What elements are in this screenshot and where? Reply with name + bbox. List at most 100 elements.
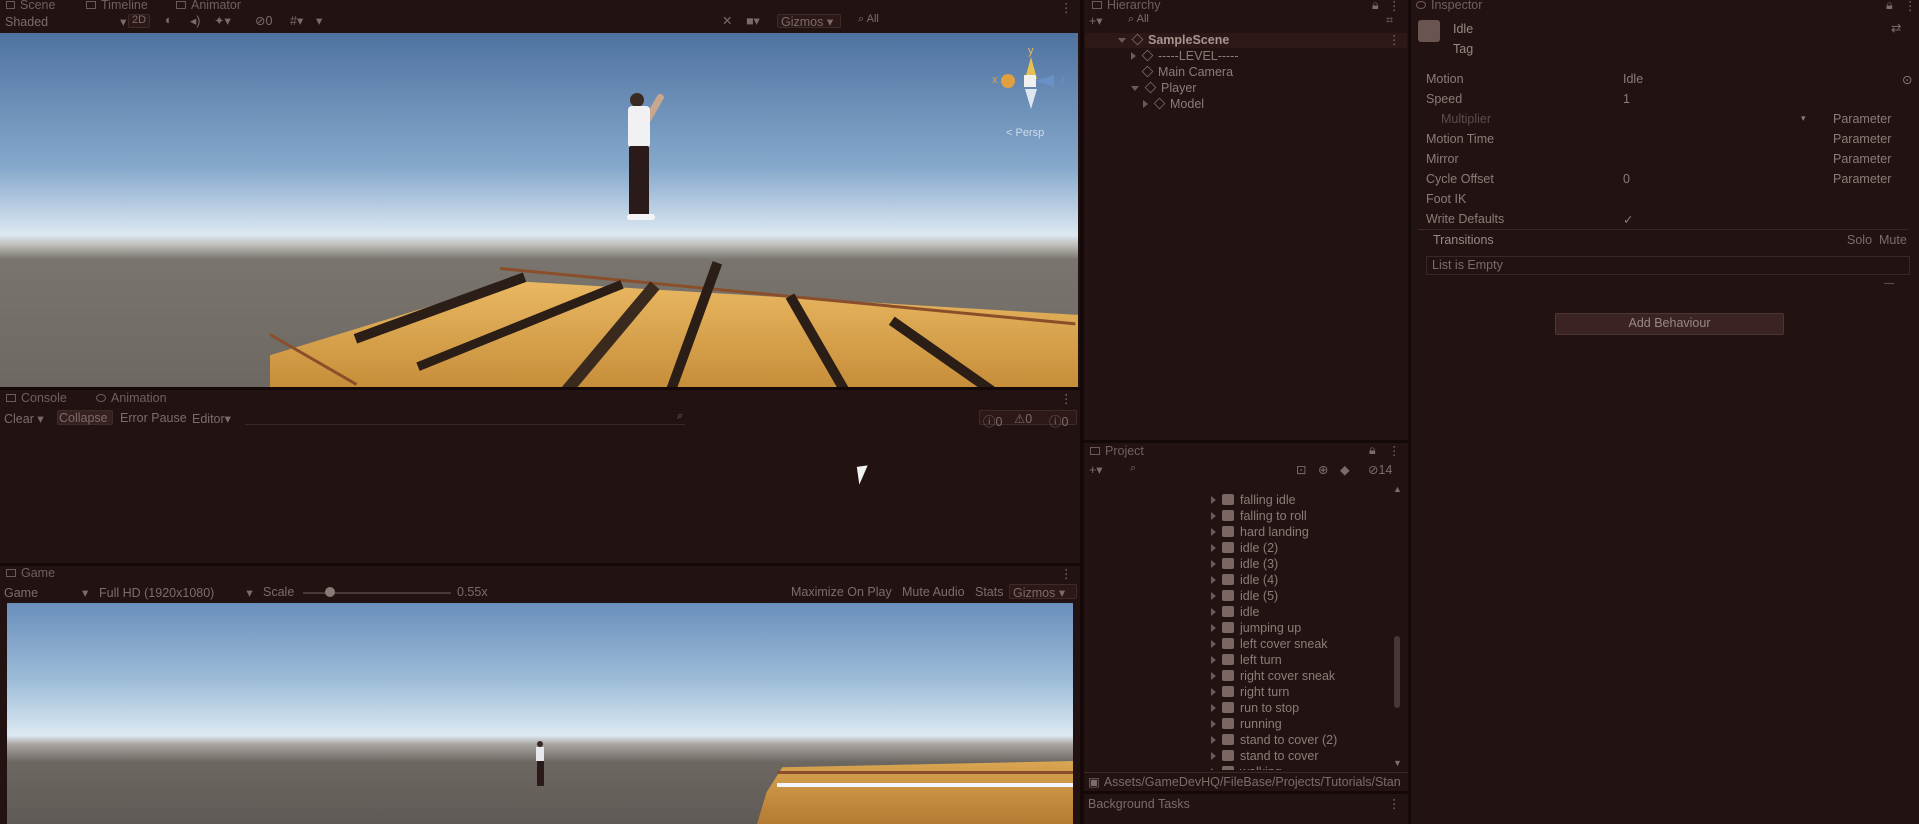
resolution-dropdown[interactable]: Full HD (1920x1080) ▾ xyxy=(99,585,253,600)
expand-icon[interactable] xyxy=(1211,560,1216,568)
expand-icon[interactable] xyxy=(1143,100,1148,108)
parameter-toggle[interactable]: Parameter xyxy=(1833,112,1891,126)
hierarchy-menu-icon[interactable]: ⋮ xyxy=(1388,0,1401,13)
stats-toggle[interactable]: Stats xyxy=(975,585,1004,599)
tab-scene[interactable]: Scene xyxy=(6,0,55,14)
gizmo-center[interactable] xyxy=(1024,75,1036,87)
console-menu-icon[interactable]: ⋮ xyxy=(1060,391,1073,406)
add-behaviour-button[interactable]: Add Behaviour xyxy=(1555,316,1784,330)
chevron-down-icon[interactable]: ▾ xyxy=(316,13,322,28)
project-asset-item[interactable]: idle (4) xyxy=(1211,573,1278,587)
clear-button[interactable]: Clear ▾ xyxy=(4,411,44,426)
expand-icon[interactable] xyxy=(1211,656,1216,664)
favorite-icon[interactable]: ◆ xyxy=(1340,462,1350,477)
field-value[interactable]: Idle xyxy=(1623,72,1643,86)
mute-audio-toggle[interactable]: Mute Audio xyxy=(902,585,965,599)
expand-icon[interactable] xyxy=(1211,624,1216,632)
parameter-toggle[interactable]: Parameter xyxy=(1833,172,1891,186)
scale-slider-handle[interactable] xyxy=(325,587,335,597)
expand-icon[interactable] xyxy=(1131,52,1136,60)
field-value[interactable]: 0 xyxy=(1623,172,1630,186)
expand-icon[interactable] xyxy=(1211,528,1216,536)
project-search-input[interactable]: ⌕ xyxy=(1130,462,1136,475)
lock-icon[interactable]: 🔒︎ xyxy=(1369,443,1376,458)
tab-animator[interactable]: Animator xyxy=(176,0,241,14)
gizmo-z-axis[interactable] xyxy=(1036,75,1054,87)
project-asset-item[interactable]: idle xyxy=(1211,605,1259,619)
hierarchy-item-player[interactable]: Player xyxy=(1131,81,1196,95)
expand-icon[interactable] xyxy=(1211,688,1216,696)
maximize-on-play-toggle[interactable]: Maximize On Play xyxy=(791,585,892,599)
project-asset-item[interactable]: left turn xyxy=(1211,653,1282,667)
tab-animation[interactable]: Animation xyxy=(96,392,167,407)
scroll-up-icon[interactable]: ▲ xyxy=(1393,484,1402,494)
editor-dropdown[interactable]: Editor▾ xyxy=(192,411,231,426)
lock-icon[interactable]: 🔒︎ xyxy=(1372,0,1379,13)
inspector-menu-icon[interactable]: ⋮ xyxy=(1904,0,1917,13)
tab-project[interactable]: Project xyxy=(1090,445,1144,460)
gizmo-neg-y-axis[interactable] xyxy=(1025,89,1037,109)
project-asset-item[interactable]: running xyxy=(1211,717,1282,731)
project-menu-icon[interactable]: ⋮ xyxy=(1388,443,1401,458)
lighting-icon[interactable]: ◐ xyxy=(165,13,173,27)
error-pause-toggle[interactable]: Error Pause xyxy=(120,411,187,425)
project-asset-item[interactable]: stand to cover xyxy=(1211,749,1319,763)
game-viewport[interactable] xyxy=(7,603,1073,824)
hierarchy-search-input[interactable]: ⌕ All xyxy=(1128,13,1149,26)
scene-viewport[interactable]: y x z < Persp xyxy=(0,33,1078,387)
hidden-packages-icon[interactable]: ⊘14 xyxy=(1368,462,1392,477)
search-by-label-icon[interactable]: ⊕ xyxy=(1318,462,1328,477)
grid-icon[interactable]: #▾ xyxy=(290,13,303,28)
orientation-gizmo[interactable]: y x z xyxy=(990,41,1070,121)
tab-timeline[interactable]: Timeline xyxy=(86,0,148,14)
state-name[interactable]: Idle xyxy=(1453,22,1473,36)
expand-icon[interactable] xyxy=(1211,720,1216,728)
background-tasks-title[interactable]: Background Tasks xyxy=(1088,797,1190,811)
project-asset-item[interactable]: hard landing xyxy=(1211,525,1309,539)
hierarchy-item-model[interactable]: Model xyxy=(1143,97,1204,111)
search-icon[interactable]: ⌕ All xyxy=(858,13,879,26)
search-by-type-icon[interactable]: ⊡ xyxy=(1296,462,1306,477)
project-asset-item[interactable]: right turn xyxy=(1211,685,1289,699)
tools-icon[interactable]: ✕ xyxy=(722,13,732,28)
project-asset-item[interactable]: idle (3) xyxy=(1211,557,1278,571)
expand-icon[interactable] xyxy=(1131,86,1139,91)
mode-2d-toggle[interactable]: 2D xyxy=(132,14,146,26)
field-value[interactable]: 1 xyxy=(1623,92,1630,106)
expand-icon[interactable] xyxy=(1211,640,1216,648)
project-asset-item[interactable]: idle (2) xyxy=(1211,541,1278,555)
expand-icon[interactable] xyxy=(1211,512,1216,520)
lock-icon[interactable]: 🔒︎ xyxy=(1886,0,1893,13)
camera-icon[interactable]: ■▾ xyxy=(746,13,760,28)
project-scrollbar[interactable] xyxy=(1394,636,1400,708)
audio-icon[interactable]: ◂) xyxy=(190,13,200,28)
project-asset-item[interactable]: falling idle xyxy=(1211,493,1296,507)
hierarchy-item-level[interactable]: -----LEVEL----- xyxy=(1131,49,1239,63)
project-asset-item[interactable]: stand to cover (2) xyxy=(1211,733,1337,747)
expand-icon[interactable] xyxy=(1211,496,1216,504)
scene-gizmos-dropdown[interactable]: Gizmos ▾ xyxy=(781,14,833,29)
game-gizmos-dropdown[interactable]: Gizmos ▾ xyxy=(1013,585,1065,600)
collapse-toggle[interactable]: Collapse xyxy=(59,411,108,425)
console-log-area[interactable] xyxy=(0,428,1078,568)
expand-icon[interactable] xyxy=(1211,576,1216,584)
expand-icon[interactable] xyxy=(1211,768,1216,770)
tab-game[interactable]: Game xyxy=(6,567,55,582)
project-asset-item[interactable]: right cover sneak xyxy=(1211,669,1335,683)
project-asset-item[interactable]: walking xyxy=(1211,765,1282,770)
hierarchy-options-icon[interactable]: ⌗ xyxy=(1386,13,1393,28)
project-asset-item[interactable]: falling to roll xyxy=(1211,509,1307,523)
tab-hierarchy[interactable]: Hierarchy xyxy=(1092,0,1161,14)
scroll-down-icon[interactable]: ▼ xyxy=(1393,758,1402,768)
expand-icon[interactable] xyxy=(1211,736,1216,744)
persp-label[interactable]: < Persp xyxy=(1006,127,1044,139)
field-value[interactable]: ✓ xyxy=(1623,212,1633,227)
game-menu-icon[interactable]: ⋮ xyxy=(1060,566,1073,581)
tab-console[interactable]: Console xyxy=(6,392,67,407)
display-dropdown[interactable]: Game ▾ xyxy=(4,585,88,600)
project-add-button[interactable]: +▾ xyxy=(1089,462,1103,477)
background-tasks-menu-icon[interactable]: ⋮ xyxy=(1388,796,1401,811)
expand-icon[interactable] xyxy=(1211,592,1216,600)
object-picker-icon[interactable]: ⊙ xyxy=(1902,72,1912,87)
hierarchy-item-samplescene[interactable]: SampleScene xyxy=(1118,33,1229,47)
